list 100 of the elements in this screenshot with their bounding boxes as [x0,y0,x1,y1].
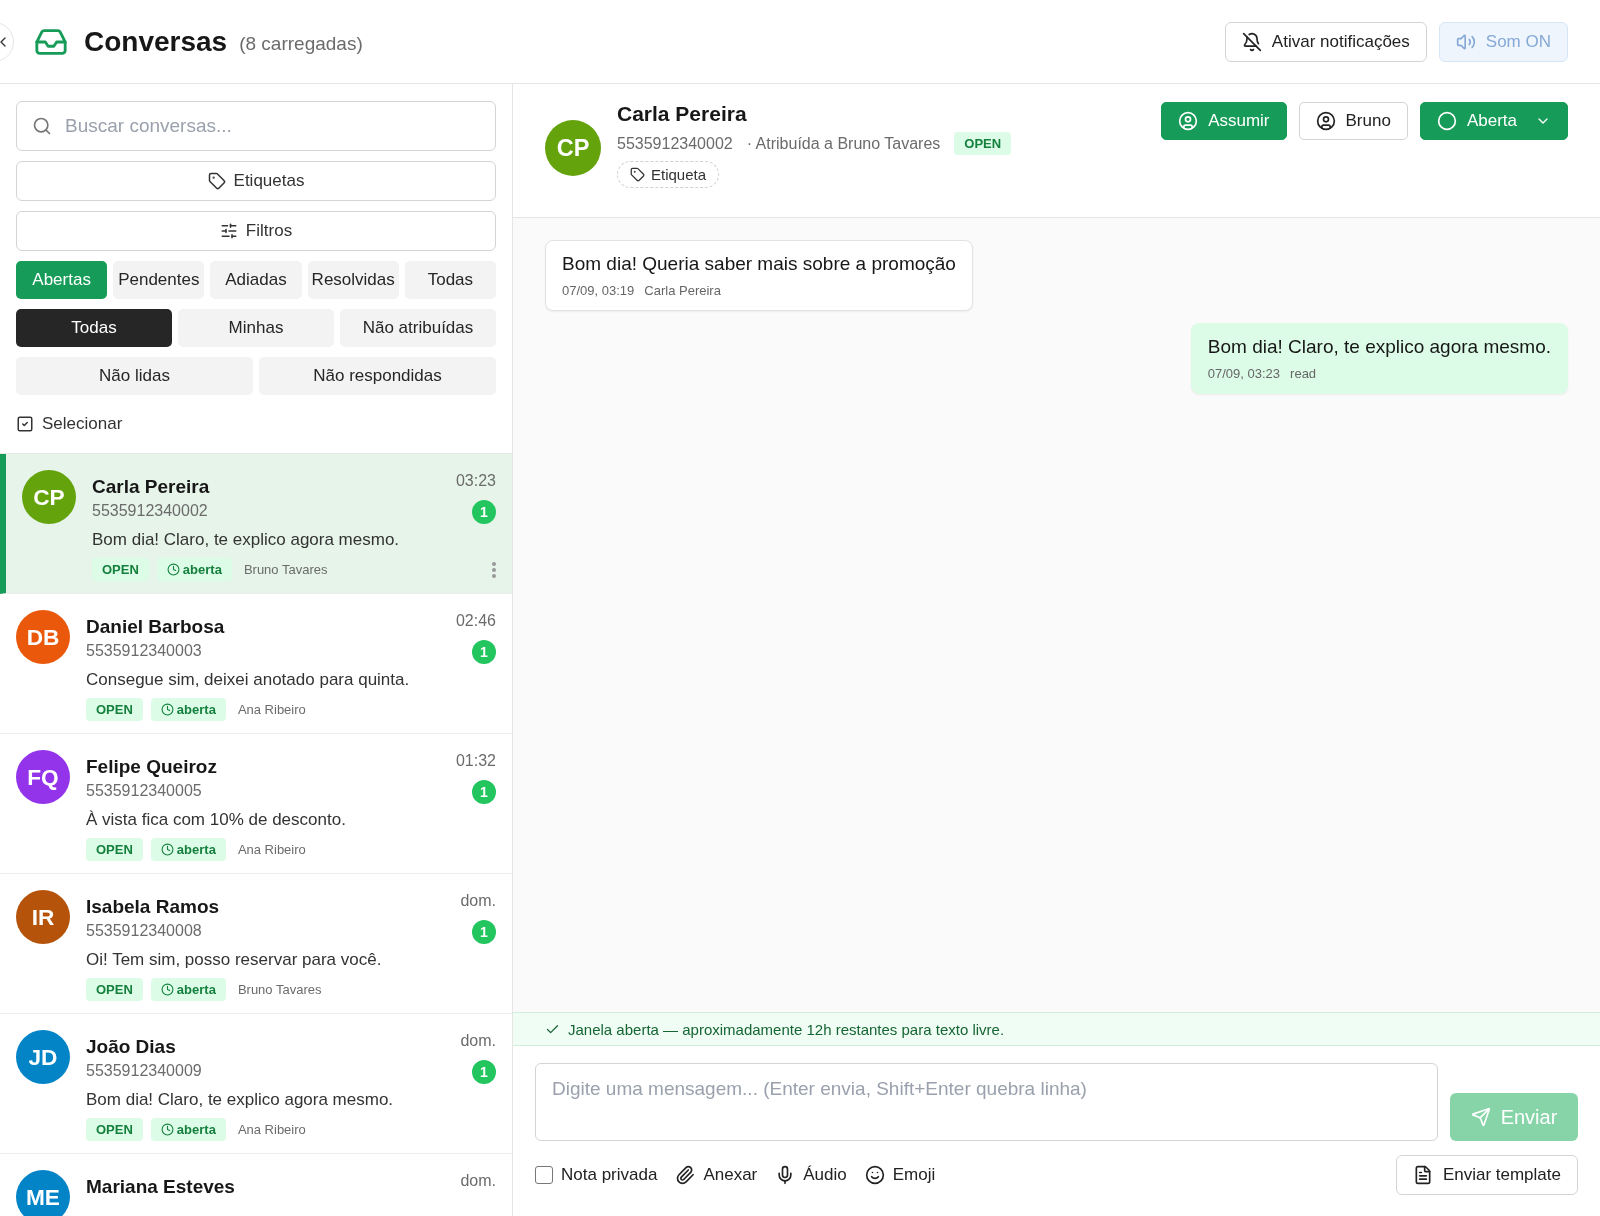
search-field[interactable]: Buscar conversas... [16,101,496,151]
tag-chip[interactable]: Etiqueta [617,161,720,188]
timestamp: dom. [460,1172,496,1190]
search-icon [32,116,52,136]
message-input[interactable]: Digite uma mensagem... (Enter envia, Shift+Enter quebra linha) [535,1063,1438,1141]
avatar: DB [16,610,70,664]
tag-icon [630,167,645,182]
avatar: JD [16,1030,70,1084]
agent-name: Bruno Tavares [237,982,323,997]
filter-tab[interactable]: Não lidas [16,357,253,395]
bell-off-icon [1241,31,1262,52]
assignment-tab[interactable]: Minhas [178,309,334,347]
message-preview: Bom dia! Claro, te explico agora mesmo. [92,530,401,550]
clock-icon [160,843,174,856]
state-badge: aberta [150,1118,226,1141]
avatar: ME [16,1170,70,1216]
user-circle-icon [1315,111,1336,131]
unread-count: 1 [472,780,496,804]
status-dropdown[interactable]: Aberta [1419,102,1568,140]
checkbox-icon [16,415,34,433]
message-preview: Oi! Tem sim, posso reservar para você. [86,950,383,970]
avatar: FQ [16,750,70,804]
circle-icon [1436,111,1457,131]
more-menu-button[interactable] [492,561,496,578]
send-icon [1470,1107,1491,1127]
more-icon [492,561,496,578]
paperclip-icon [675,1165,696,1185]
template-button[interactable]: Enviar template [1395,1155,1578,1195]
filters-button[interactable]: Filtros [16,211,496,251]
message-preview: À vista fica com 10% de desconto. [86,810,347,830]
private-note-checkbox[interactable]: Nota privada [535,1165,658,1185]
sliders-icon [219,222,238,240]
sender-name: Carla Pereira [644,283,721,298]
assume-button[interactable]: Assumir [1161,102,1287,140]
unread-count: 1 [472,640,496,664]
phone-number: 5535912340009 [86,1062,202,1080]
contact-name: João Dias [86,1036,177,1058]
agent-name: Bruno Tavares [243,562,329,577]
filter-tab[interactable]: Não respondidas [259,357,496,395]
timestamp: 02:46 [455,612,496,630]
attach-button[interactable]: Anexar [675,1165,758,1185]
status-tab[interactable]: Pendentes [113,261,205,299]
status-tab[interactable]: Resolvidas [307,261,399,299]
unread-count: 1 [472,1060,496,1084]
state-badge: aberta [150,698,226,721]
contact-name: Carla Pereira [617,102,748,126]
loaded-count: (8 carregadas) [239,32,363,55]
status-tab[interactable]: Adiadas [210,261,302,299]
avatar: IR [16,890,70,944]
contact-name: Carla Pereira [92,476,210,498]
status-badge: OPEN [86,698,143,721]
assignee-text: · Atribuída a Bruno Tavares [746,134,941,153]
emoji-button[interactable]: Emoji [864,1165,936,1185]
status-badge: OPEN [954,132,1012,155]
state-badge: aberta [156,558,232,581]
agent-name: Ana Ribeiro [237,702,307,717]
notifications-button[interactable]: Ativar notificações [1224,21,1427,62]
user-circle-icon [1178,111,1199,131]
status-tab[interactable]: Abertas [16,261,108,299]
status-badge: OPEN [86,838,143,861]
message-preview: Consegue sim, deixei anotado para quinta. [86,670,411,690]
audio-button[interactable]: Áudio [775,1165,847,1185]
agent-name: Ana Ribeiro [237,1122,307,1137]
message-time: 07/09, 03:19 [562,283,635,298]
speaker-icon [1455,31,1476,52]
phone-number: 5535912340003 [86,642,203,660]
clock-icon [160,983,174,996]
agent-name: Ana Ribeiro [237,842,307,857]
select-button[interactable]: Selecionar [16,409,496,439]
timestamp: dom. [460,1032,496,1050]
clock-icon [160,703,174,716]
smile-icon [864,1165,885,1185]
message-text: Bom dia! Claro, te explico agora mesmo. [1207,336,1551,358]
tag-icon [207,172,226,190]
message-text: Bom dia! Queria saber mais sobre a promoção [562,253,956,275]
contact-name: Mariana Esteves [86,1176,235,1198]
conversation-item[interactable]: CP Carla Pereira 5535912340002 03:23 1 Bom dia! Claro, te explico agora mesmo. OPEN aberta Bruno Tavares [0,454,512,594]
status-tab[interactable]: Todas [404,261,496,299]
message-time: 07/09, 03:23 [1207,366,1281,381]
banner-text: Janela aberta — aproximadamente 12h restantes para texto livre. [568,1020,1005,1038]
timestamp: dom. [460,892,496,910]
unread-count: 1 [472,500,496,524]
timestamp: 03:23 [455,472,496,490]
status-badge: OPEN [86,978,143,1001]
status-badge: OPEN [92,558,149,581]
state-badge: aberta [150,838,226,861]
clock-icon [166,563,180,576]
status-badge: OPEN [86,1118,143,1141]
state-badge: aberta [150,978,226,1001]
assignment-tab[interactable]: Não atribuídas [340,309,496,347]
delivery-status: read [1290,366,1317,381]
unread-count: 1 [472,920,496,944]
contact-name: Isabela Ramos [86,896,220,918]
contact-name: Felipe Queiroz [86,756,217,778]
page-title: Conversas [84,25,228,58]
tags-button[interactable]: Etiquetas [16,161,496,201]
agent-button[interactable]: Bruno [1298,102,1408,140]
avatar: CP [22,470,76,524]
assignment-tab[interactable]: Todas [16,309,172,347]
phone-number: 5535912340002 [92,502,209,520]
